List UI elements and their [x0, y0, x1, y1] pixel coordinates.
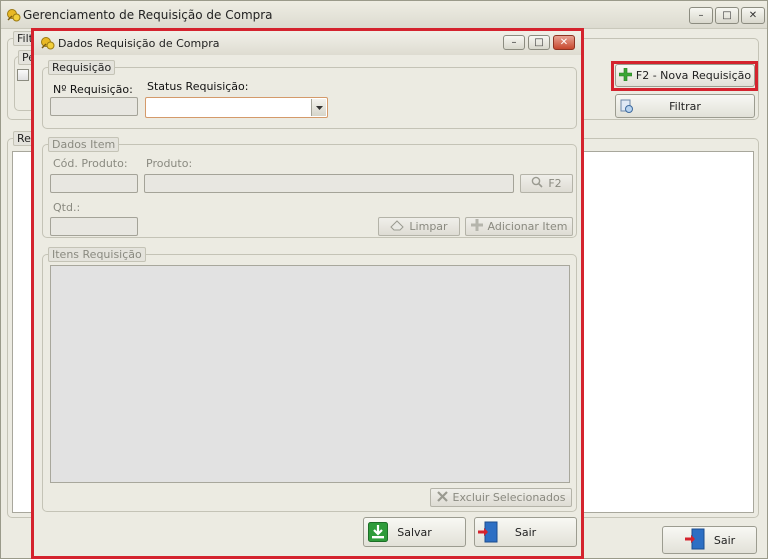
itens-requisicao-group-title: Itens Requisição: [48, 247, 146, 262]
qtd-label: Qtd.:: [53, 201, 81, 214]
eraser-icon: [390, 219, 405, 234]
itens-requisicao-grid[interactable]: [50, 265, 570, 483]
filtrar-button[interactable]: Filtrar: [615, 94, 755, 118]
f2-search-button[interactable]: F2: [520, 174, 573, 193]
main-minimize-button[interactable]: –: [689, 7, 713, 24]
salvar-button[interactable]: Salvar: [363, 517, 466, 547]
app-icon: [40, 35, 56, 51]
plus-icon: [618, 67, 633, 84]
save-icon: [368, 522, 388, 545]
nova-requisicao-button[interactable]: F2 - Nova Requisição: [615, 64, 755, 87]
main-sair-button[interactable]: Sair: [662, 526, 757, 554]
minimize-icon: –: [698, 9, 704, 21]
main-maximize-button[interactable]: □: [715, 7, 739, 24]
limpar-label: Limpar: [409, 220, 448, 233]
dialog-sair-button[interactable]: Sair: [474, 517, 577, 547]
numero-requisicao-field[interactable]: [50, 97, 138, 116]
excluir-selecionados-button[interactable]: Excluir Selecionados: [430, 488, 572, 507]
cod-produto-field[interactable]: [50, 174, 138, 193]
cod-produto-label: Cód. Produto:: [53, 157, 128, 170]
exit-door-icon: [477, 521, 499, 546]
minimize-icon: –: [511, 36, 517, 48]
produto-field[interactable]: [144, 174, 514, 193]
app-icon: [6, 7, 22, 23]
nova-requisicao-label: F2 - Nova Requisição: [635, 69, 752, 82]
maximize-icon: □: [722, 9, 732, 21]
dialog-titlebar: Dados Requisição de Compra – □ ✕: [34, 31, 581, 55]
limpar-button[interactable]: Limpar: [378, 217, 460, 236]
qtd-field[interactable]: [50, 217, 138, 236]
delete-x-icon: [436, 490, 448, 505]
chevron-down-icon[interactable]: [311, 99, 326, 116]
close-icon: ✕: [559, 36, 569, 48]
produto-label: Produto:: [146, 157, 193, 170]
main-titlebar: Gerenciamento de Requisição de Compra – …: [1, 1, 767, 29]
search-icon: [531, 176, 543, 191]
salvar-label: Salvar: [397, 525, 432, 539]
dados-item-group-title: Dados Item: [48, 137, 120, 152]
numero-requisicao-label: Nº Requisição:: [53, 83, 133, 96]
requisicao-group-title: Requisição: [48, 60, 116, 75]
status-requisicao-label: Status Requisição:: [147, 80, 249, 93]
excluir-selecionados-label: Excluir Selecionados: [452, 491, 566, 504]
dados-requisicao-dialog: Dados Requisição de Compra – □ ✕ Requisi…: [33, 30, 582, 557]
dialog-maximize-button[interactable]: □: [528, 35, 550, 50]
main-window-title: Gerenciamento de Requisição de Compra: [23, 8, 273, 22]
main-close-button[interactable]: ✕: [741, 7, 765, 24]
main-sair-label: Sair: [713, 533, 736, 547]
exit-door-icon: [684, 528, 706, 553]
dialog-close-button[interactable]: ✕: [553, 35, 575, 50]
adicionar-item-label: Adicionar Item: [487, 220, 568, 233]
period-checkbox[interactable]: [17, 69, 29, 81]
status-requisicao-select[interactable]: [145, 97, 328, 118]
plus-icon: [470, 219, 483, 234]
dialog-title: Dados Requisição de Compra: [58, 37, 220, 50]
filter-icon: [620, 99, 634, 117]
f2-search-label: F2: [548, 177, 562, 190]
filtrar-label: Filtrar: [669, 99, 701, 113]
maximize-icon: □: [534, 36, 544, 48]
dialog-minimize-button[interactable]: –: [503, 35, 525, 50]
close-icon: ✕: [748, 9, 758, 21]
dialog-sair-label: Sair: [514, 525, 537, 539]
adicionar-item-button[interactable]: Adicionar Item: [465, 217, 573, 236]
